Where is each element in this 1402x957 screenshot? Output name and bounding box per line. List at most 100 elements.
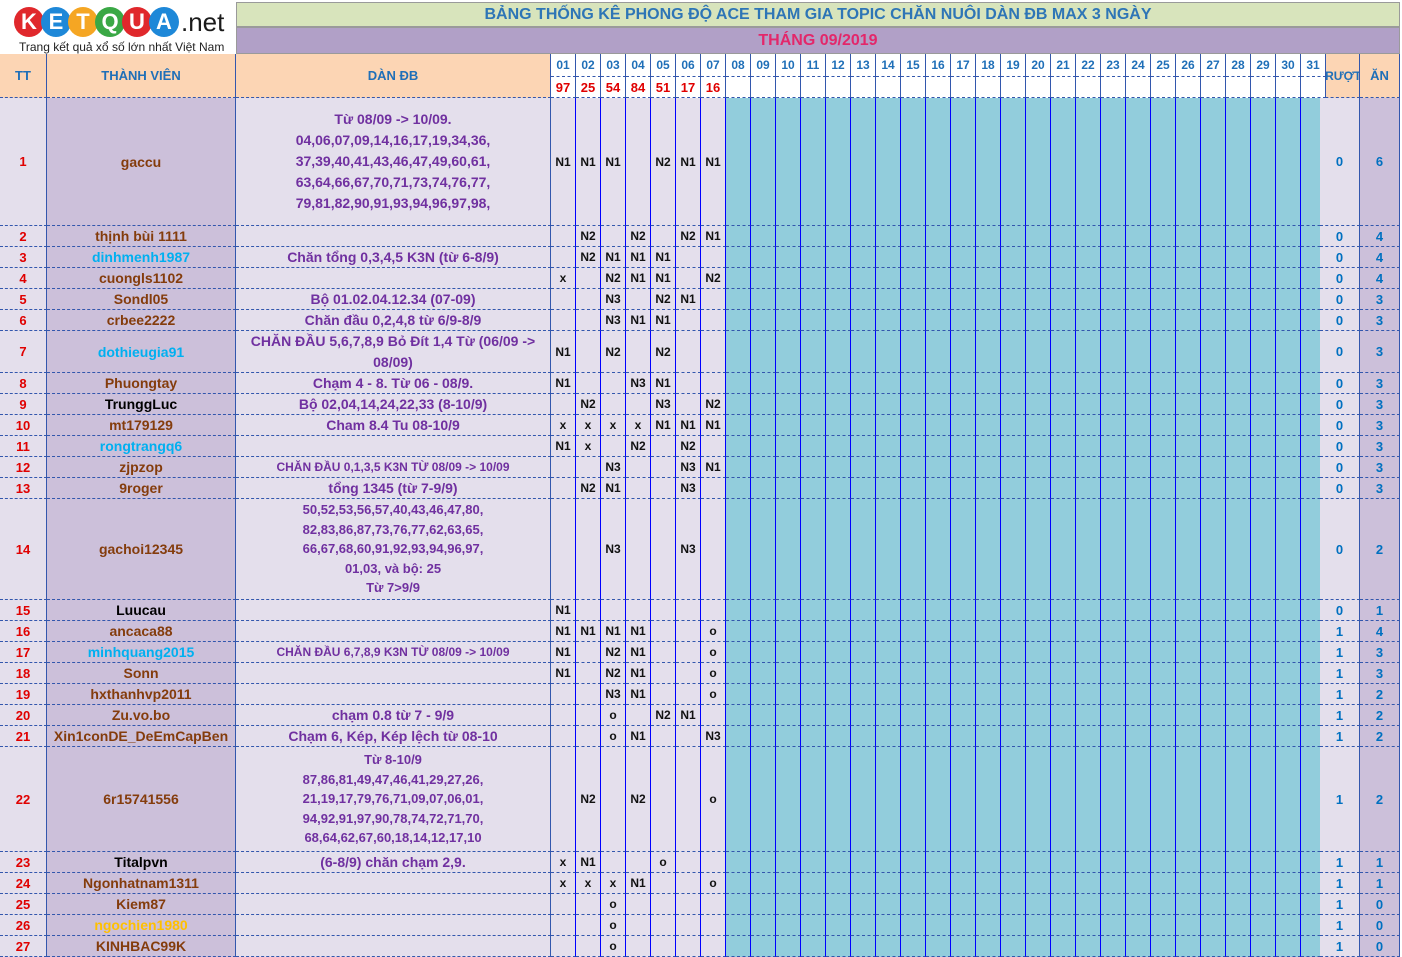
day-status <box>751 394 776 415</box>
day-result <box>1026 77 1051 98</box>
day-status <box>651 873 676 894</box>
day-status <box>1101 684 1126 705</box>
day-status <box>801 894 826 915</box>
day-status: N3 <box>676 499 701 600</box>
day-status <box>876 436 901 457</box>
day-status <box>1126 642 1151 663</box>
day-status <box>726 642 751 663</box>
day-status <box>926 747 951 852</box>
day-status <box>776 499 801 600</box>
day-status <box>951 747 976 852</box>
day-status: x <box>576 436 601 457</box>
day-status <box>826 852 851 873</box>
day-status <box>901 726 926 747</box>
col-header-member: THÀNH VIÊN <box>47 54 236 98</box>
day-status <box>676 621 701 642</box>
day-status <box>776 705 801 726</box>
day-status <box>951 268 976 289</box>
day-status <box>801 642 826 663</box>
day-status <box>926 415 951 436</box>
member-name: gaccu <box>47 98 236 226</box>
day-status <box>1026 289 1051 310</box>
day-status <box>876 394 901 415</box>
ketqua-logo[interactable]: K E T Q U A .net Trang kết quả xổ số lớn nhất … <box>0 0 234 60</box>
member-name: dinhmenh1987 <box>47 247 236 268</box>
day-status <box>1101 226 1126 247</box>
day-status <box>826 98 851 226</box>
day-status <box>776 936 801 957</box>
an-count: 3 <box>1360 663 1400 684</box>
day-status <box>751 415 776 436</box>
day-status: N1 <box>651 268 676 289</box>
an-count: 1 <box>1360 873 1400 894</box>
day-status <box>976 289 1001 310</box>
day-status <box>976 373 1001 394</box>
day-status <box>1001 747 1026 852</box>
day-status <box>1276 457 1301 478</box>
day-status <box>1051 915 1076 936</box>
day-status <box>1276 894 1301 915</box>
dan-de-text: tổng 1345 (từ 7-9/9) <box>236 478 551 499</box>
dan-de-text: (6-8/9) chăn chạm 2,9. <box>236 852 551 873</box>
day-status <box>751 331 776 373</box>
day-status <box>851 310 876 331</box>
day-status <box>1201 478 1226 499</box>
day-status <box>1151 936 1176 957</box>
truot-count: 0 <box>1320 478 1360 499</box>
day-status <box>1026 621 1051 642</box>
col-header-tt: TT <box>0 54 47 98</box>
day-status <box>1251 226 1276 247</box>
day-status <box>976 915 1001 936</box>
row-number: 12 <box>0 457 47 478</box>
day-status <box>1026 247 1051 268</box>
day-status: N3 <box>601 289 626 310</box>
member-name: Titalpvn <box>47 852 236 873</box>
day-status <box>1151 684 1176 705</box>
day-status <box>1151 663 1176 684</box>
day-status <box>1201 457 1226 478</box>
day-status <box>1051 247 1076 268</box>
day-status <box>1101 642 1126 663</box>
day-status <box>1151 726 1176 747</box>
day-status <box>1176 747 1201 852</box>
day-status <box>1051 226 1076 247</box>
day-status <box>676 894 701 915</box>
day-status <box>951 436 976 457</box>
day-status: o <box>701 621 726 642</box>
day-status <box>1001 247 1026 268</box>
day-status <box>601 373 626 394</box>
day-status <box>1001 915 1026 936</box>
day-number: 06 <box>676 54 701 77</box>
day-status: N1 <box>676 289 701 310</box>
day-status <box>1126 331 1151 373</box>
day-result <box>1101 77 1126 98</box>
day-status <box>651 226 676 247</box>
day-status <box>976 873 1001 894</box>
day-status <box>1251 457 1276 478</box>
day-status <box>701 331 726 373</box>
day-number: 22 <box>1076 54 1101 77</box>
member-name: 9roger <box>47 478 236 499</box>
day-status <box>1126 247 1151 268</box>
day-status <box>1226 247 1251 268</box>
day-status <box>576 705 601 726</box>
day-status <box>1051 936 1076 957</box>
day-status <box>1076 268 1101 289</box>
day-status <box>626 289 651 310</box>
day-status <box>1126 747 1151 852</box>
day-status <box>1276 289 1301 310</box>
day-status <box>1226 705 1251 726</box>
day-status <box>1001 726 1026 747</box>
day-status <box>1201 642 1226 663</box>
day-status <box>651 478 676 499</box>
dan-de-text: Từ 08/09 -> 10/09. 04,06,07,09,14,16,17,… <box>236 98 551 226</box>
day-status <box>851 415 876 436</box>
day-status <box>1101 331 1126 373</box>
day-status <box>1051 268 1076 289</box>
day-status <box>701 915 726 936</box>
day-status <box>1251 621 1276 642</box>
day-status <box>551 310 576 331</box>
day-status <box>776 268 801 289</box>
dan-de-text: Bộ 01.02.04.12.34 (07-09) <box>236 289 551 310</box>
day-status <box>1051 373 1076 394</box>
